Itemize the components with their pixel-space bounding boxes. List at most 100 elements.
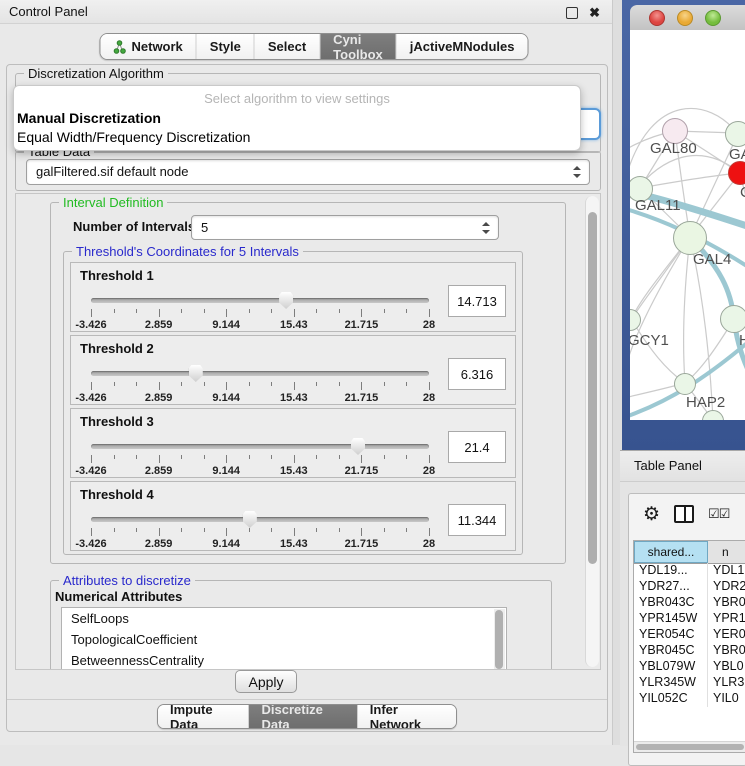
table-cell[interactable]: YPR145W xyxy=(634,611,708,627)
table-cell[interactable]: YLR3 xyxy=(708,675,745,691)
tab-cyni-toolbox[interactable]: Cyni Toolbox xyxy=(320,34,397,59)
tab-label: Impute Data xyxy=(170,704,236,729)
network-node-right-mid[interactable] xyxy=(720,305,745,333)
table-cell[interactable]: YBL0 xyxy=(708,659,745,675)
table-cell[interactable]: YBR0 xyxy=(708,595,745,611)
dropdown-option[interactable]: Manual Discretization xyxy=(17,110,161,126)
slider-track[interactable] xyxy=(91,298,429,303)
tick-mark xyxy=(249,382,250,386)
table-row[interactable]: YBL079WYBL0 xyxy=(634,659,745,675)
table-cell[interactable]: YDR2 xyxy=(708,579,745,595)
table-cell[interactable]: YBL079W xyxy=(634,659,708,675)
tab-jactivemnodules[interactable]: jActiveMNodules xyxy=(397,34,528,59)
table-cell[interactable]: YBR043C xyxy=(634,595,708,611)
table-row[interactable]: YDR27...YDR2 xyxy=(634,579,745,595)
spinner-arrows-icon[interactable] xyxy=(482,222,490,234)
dropdown-option[interactable]: Equal Width/Frequency Discretization xyxy=(17,129,250,145)
tick-mark xyxy=(361,309,362,317)
spinner-arrows-icon[interactable] xyxy=(573,166,581,178)
tab-style[interactable]: Style xyxy=(197,34,255,59)
table-cell[interactable]: YER054C xyxy=(634,627,708,643)
list-item[interactable]: BetweennessCentrality xyxy=(62,650,506,670)
slider-track[interactable] xyxy=(91,517,429,522)
tick-label: 2.859 xyxy=(145,392,173,404)
list-scrollbar[interactable] xyxy=(494,609,505,670)
table-row[interactable]: YIL052CYIL0 xyxy=(634,691,745,707)
number-of-intervals-combobox[interactable]: 5 xyxy=(191,215,499,240)
table-row[interactable]: YPR145WYPR1 xyxy=(634,611,745,627)
slider-track[interactable] xyxy=(91,444,429,449)
threshold-slider[interactable]: -3.4262.8599.14415.4321.71528 xyxy=(91,366,429,402)
slider-thumb[interactable] xyxy=(279,292,293,309)
table-cell[interactable]: YLR345W xyxy=(634,675,708,691)
table-cell[interactable]: YDL1 xyxy=(708,563,745,579)
threshold-value-field[interactable]: 11.344 xyxy=(448,504,506,536)
threshold-value-field[interactable]: 21.4 xyxy=(448,431,506,463)
column-header-name[interactable]: n xyxy=(708,541,745,563)
zoom-traffic-light[interactable] xyxy=(705,10,721,26)
table-row[interactable]: YBR045CYBR0 xyxy=(634,643,745,659)
network-edge[interactable] xyxy=(631,319,685,383)
table-cell[interactable]: YDL19... xyxy=(634,563,708,579)
list-item[interactable]: TopologicalCoefficient xyxy=(62,629,506,650)
column-header-shared-name[interactable]: shared... xyxy=(634,541,708,563)
cyni-toolbox-pane: Discretization Algorithm Select algorith… xyxy=(6,64,608,732)
group-title: Threshold's Coordinates for 5 Intervals xyxy=(72,244,303,259)
slider-thumb[interactable] xyxy=(243,511,257,528)
network-canvas[interactable]: GAL80GACGAL11GAL4GCY1HHAP2 xyxy=(630,30,745,420)
tick-mark xyxy=(181,309,182,313)
tab-infer-network[interactable]: Infer Network xyxy=(358,705,456,728)
table-row[interactable]: YDL19...YDL1 xyxy=(634,563,745,579)
table-cell[interactable]: YIL052C xyxy=(634,691,708,707)
close-traffic-light[interactable] xyxy=(649,10,665,26)
network-icon xyxy=(113,40,126,54)
table-data-combobox[interactable]: galFiltered.sif default node xyxy=(26,159,590,185)
threshold-value-field[interactable]: 6.316 xyxy=(448,358,506,390)
tab-impute-data[interactable]: Impute Data xyxy=(158,705,249,728)
table-cell[interactable]: YBR045C xyxy=(634,643,708,659)
columns-icon[interactable] xyxy=(674,505,694,523)
attributes-group: Attributes to discretize Numerical Attri… xyxy=(50,580,552,670)
slider-track[interactable] xyxy=(91,371,429,376)
table-row[interactable]: YLR345WYLR3 xyxy=(634,675,745,691)
tick-mark xyxy=(294,382,295,390)
table-row[interactable]: YBR043CYBR0 xyxy=(634,595,745,611)
tab-network[interactable]: Network xyxy=(100,34,196,59)
slider-thumb[interactable] xyxy=(351,438,365,455)
network-node-gal4[interactable] xyxy=(673,221,707,255)
threshold-slider[interactable]: -3.4262.8599.14415.4321.71528 xyxy=(91,439,429,475)
close-icon[interactable]: ✖ xyxy=(589,5,600,21)
horizontal-scrollbar[interactable] xyxy=(634,741,745,752)
table-cell[interactable]: YER0 xyxy=(708,627,745,643)
tab-discretize-data[interactable]: Discretize Data xyxy=(249,705,357,728)
gear-icon[interactable]: ⚙ xyxy=(643,505,660,524)
tab-select[interactable]: Select xyxy=(255,34,320,59)
node-table: shared... n YDL19...YDL1YDR27...YDR2YBR0… xyxy=(633,540,745,753)
network-edge[interactable] xyxy=(640,173,740,188)
table-cell[interactable]: YIL0 xyxy=(708,691,745,707)
scrollbar-thumb[interactable] xyxy=(588,212,597,564)
pane-scrollbar[interactable] xyxy=(585,196,599,667)
tick-mark xyxy=(114,382,115,386)
list-item[interactable]: SelfLoops xyxy=(62,608,506,629)
network-node-top-right[interactable] xyxy=(725,121,745,147)
network-edge[interactable] xyxy=(684,237,690,383)
network-edge[interactable] xyxy=(630,237,690,370)
table-cell[interactable]: YPR1 xyxy=(708,611,745,627)
tab-label: Infer Network xyxy=(370,704,444,729)
table-cell[interactable]: YDR27... xyxy=(634,579,708,595)
scrollbar-thumb[interactable] xyxy=(495,610,503,669)
threshold-value-field[interactable]: 14.713 xyxy=(448,285,506,317)
float-window-icon[interactable] xyxy=(566,7,578,19)
table-cell[interactable]: YBR0 xyxy=(708,643,745,659)
checkboxes-icon[interactable]: ☑☑ xyxy=(708,506,729,522)
slider-thumb[interactable] xyxy=(189,365,203,382)
apply-button[interactable]: Apply xyxy=(235,670,297,693)
network-node-selected-red[interactable] xyxy=(728,161,745,185)
threshold-slider[interactable]: -3.4262.8599.14415.4321.71528 xyxy=(91,512,429,548)
threshold-slider[interactable]: -3.4262.8599.14415.4321.71528 xyxy=(91,293,429,329)
group-title: Discretization Algorithm xyxy=(24,66,168,81)
table-row[interactable]: YER054CYER0 xyxy=(634,627,745,643)
network-node-hap2[interactable] xyxy=(674,373,696,395)
minimize-traffic-light[interactable] xyxy=(677,10,693,26)
